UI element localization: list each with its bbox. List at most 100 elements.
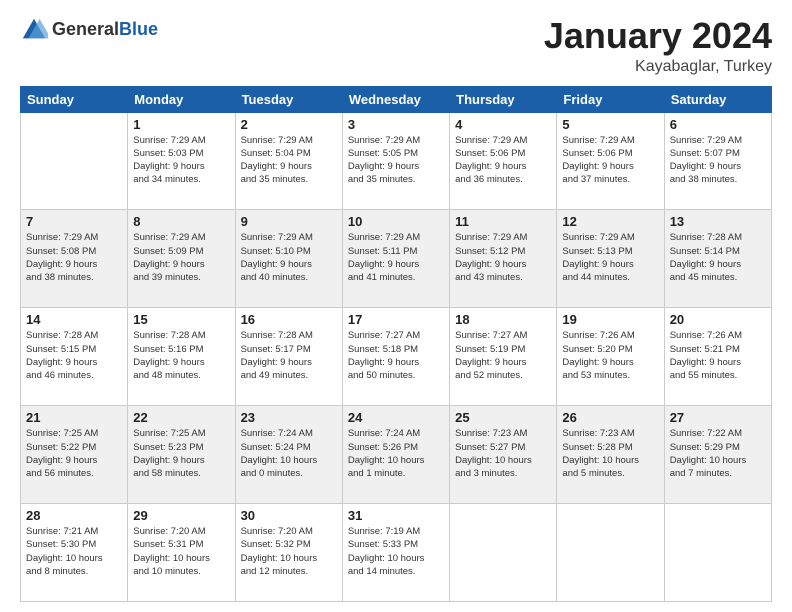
calendar-cell — [557, 504, 664, 602]
day-info: Sunrise: 7:28 AMSunset: 5:15 PMDaylight:… — [26, 329, 122, 382]
calendar-cell: 25 Sunrise: 7:23 AMSunset: 5:27 PMDayligh… — [450, 406, 557, 504]
calendar-cell: 13 Sunrise: 7:28 AMSunset: 5:14 PMDayligh… — [664, 210, 771, 308]
day-number: 18 — [455, 312, 551, 327]
weekday-header-wednesday: Wednesday — [342, 86, 449, 112]
day-number: 25 — [455, 410, 551, 425]
calendar-cell: 28Sunrise: 7:21 AMSunset: 5:30 PMDayligh… — [21, 504, 128, 602]
day-info: Sunrise: 7:29 AMSunset: 5:04 PMDaylight:… — [241, 134, 337, 187]
calendar-cell: 4Sunrise: 7:29 AMSunset: 5:06 PMDaylight… — [450, 112, 557, 210]
calendar-cell: 23Sunrise: 7:24 AMSunset: 5:24 PMDayligh… — [235, 406, 342, 504]
day-info: Sunrise: 7:23 AMSunset: 5:27 PMDaylight:… — [455, 427, 551, 480]
calendar-table: SundayMondayTuesdayWednesdayThursdayFrid… — [20, 86, 772, 602]
day-info: Sunrise: 7:29 AMSunset: 5:09 PMDaylight:… — [133, 231, 229, 284]
day-number: 1 — [133, 117, 229, 132]
day-number: 8 — [133, 214, 229, 229]
day-number: 10 — [348, 214, 444, 229]
header: GeneralBlue January 2024 Kayabaglar, Tur… — [20, 16, 772, 76]
day-number: 9 — [241, 214, 337, 229]
day-info: Sunrise: 7:29 AMSunset: 5:06 PMDaylight:… — [562, 134, 658, 187]
logo-general-text: GeneralBlue — [52, 20, 158, 40]
day-info: Sunrise: 7:28 AMSunset: 5:14 PMDaylight:… — [670, 231, 766, 284]
calendar-cell: 24Sunrise: 7:24 AMSunset: 5:26 PMDayligh… — [342, 406, 449, 504]
weekday-header-row: SundayMondayTuesdayWednesdayThursdayFrid… — [21, 86, 772, 112]
title-section: January 2024 Kayabaglar, Turkey — [544, 16, 772, 76]
day-info: Sunrise: 7:23 AMSunset: 5:28 PMDaylight:… — [562, 427, 658, 480]
calendar-cell: 1 Sunrise: 7:29 AMSunset: 5:03 PMDaylight… — [128, 112, 235, 210]
calendar-cell: 9 Sunrise: 7:29 AMSunset: 5:10 PMDaylight… — [235, 210, 342, 308]
weekday-header-thursday: Thursday — [450, 86, 557, 112]
day-number: 4 — [455, 117, 551, 132]
calendar-cell: 3 Sunrise: 7:29 AMSunset: 5:05 PMDaylight… — [342, 112, 449, 210]
weekday-header-sunday: Sunday — [21, 86, 128, 112]
calendar-cell — [450, 504, 557, 602]
day-info: Sunrise: 7:27 AMSunset: 5:19 PMDaylight:… — [455, 329, 551, 382]
day-info: Sunrise: 7:28 AMSunset: 5:17 PMDaylight:… — [241, 329, 337, 382]
calendar-week-row: 7 Sunrise: 7:29 AMSunset: 5:08 PMDaylight… — [21, 210, 772, 308]
day-info: Sunrise: 7:29 AMSunset: 5:12 PMDaylight:… — [455, 231, 551, 284]
day-info: Sunrise: 7:26 AMSunset: 5:21 PMDaylight:… — [670, 329, 766, 382]
calendar-cell: 17Sunrise: 7:27 AMSunset: 5:18 PMDayligh… — [342, 308, 449, 406]
day-number: 28 — [26, 508, 122, 523]
calendar-cell: 16 Sunrise: 7:28 AMSunset: 5:17 PMDayligh… — [235, 308, 342, 406]
month-title: January 2024 — [544, 16, 772, 56]
day-number: 26 — [562, 410, 658, 425]
calendar-cell: 6Sunrise: 7:29 AMSunset: 5:07 PMDaylight… — [664, 112, 771, 210]
weekday-header-monday: Monday — [128, 86, 235, 112]
day-number: 7 — [26, 214, 122, 229]
calendar-cell: 7 Sunrise: 7:29 AMSunset: 5:08 PMDaylight… — [21, 210, 128, 308]
day-info: Sunrise: 7:29 AMSunset: 5:08 PMDaylight:… — [26, 231, 122, 284]
day-info: Sunrise: 7:26 AMSunset: 5:20 PMDaylight:… — [562, 329, 658, 382]
calendar-cell — [664, 504, 771, 602]
logo-icon — [20, 16, 48, 44]
day-number: 19 — [562, 312, 658, 327]
calendar-week-row: 21 Sunrise: 7:25 AMSunset: 5:22 PMDayligh… — [21, 406, 772, 504]
day-info: Sunrise: 7:29 AMSunset: 5:13 PMDaylight:… — [562, 231, 658, 284]
day-number: 2 — [241, 117, 337, 132]
day-info: Sunrise: 7:29 AMSunset: 5:03 PMDaylight:… — [133, 134, 229, 187]
day-number: 14 — [26, 312, 122, 327]
calendar-cell: 15 Sunrise: 7:28 AMSunset: 5:16 PMDayligh… — [128, 308, 235, 406]
day-number: 21 — [26, 410, 122, 425]
calendar-cell — [21, 112, 128, 210]
day-number: 16 — [241, 312, 337, 327]
calendar-cell: 30 Sunrise: 7:20 AMSunset: 5:32 PMDayligh… — [235, 504, 342, 602]
day-info: Sunrise: 7:27 AMSunset: 5:18 PMDaylight:… — [348, 329, 444, 382]
day-info: Sunrise: 7:24 AMSunset: 5:26 PMDaylight:… — [348, 427, 444, 480]
day-number: 13 — [670, 214, 766, 229]
day-number: 29 — [133, 508, 229, 523]
calendar-cell: 11Sunrise: 7:29 AMSunset: 5:12 PMDayligh… — [450, 210, 557, 308]
day-info: Sunrise: 7:19 AMSunset: 5:33 PMDaylight:… — [348, 525, 444, 578]
day-info: Sunrise: 7:20 AMSunset: 5:32 PMDaylight:… — [241, 525, 337, 578]
day-info: Sunrise: 7:25 AMSunset: 5:23 PMDaylight:… — [133, 427, 229, 480]
day-number: 31 — [348, 508, 444, 523]
calendar-page: GeneralBlue January 2024 Kayabaglar, Tur… — [0, 0, 792, 612]
day-number: 6 — [670, 117, 766, 132]
calendar-cell: 14 Sunrise: 7:28 AMSunset: 5:15 PMDayligh… — [21, 308, 128, 406]
calendar-week-row: 28Sunrise: 7:21 AMSunset: 5:30 PMDayligh… — [21, 504, 772, 602]
day-info: Sunrise: 7:29 AMSunset: 5:05 PMDaylight:… — [348, 134, 444, 187]
calendar-cell: 26 Sunrise: 7:23 AMSunset: 5:28 PMDayligh… — [557, 406, 664, 504]
day-number: 27 — [670, 410, 766, 425]
weekday-header-tuesday: Tuesday — [235, 86, 342, 112]
calendar-cell: 27 Sunrise: 7:22 AMSunset: 5:29 PMDayligh… — [664, 406, 771, 504]
day-info: Sunrise: 7:29 AMSunset: 5:10 PMDaylight:… — [241, 231, 337, 284]
calendar-cell: 29 Sunrise: 7:20 AMSunset: 5:31 PMDayligh… — [128, 504, 235, 602]
day-info: Sunrise: 7:25 AMSunset: 5:22 PMDaylight:… — [26, 427, 122, 480]
day-number: 20 — [670, 312, 766, 327]
weekday-header-friday: Friday — [557, 86, 664, 112]
calendar-cell: 8 Sunrise: 7:29 AMSunset: 5:09 PMDaylight… — [128, 210, 235, 308]
calendar-cell: 12Sunrise: 7:29 AMSunset: 5:13 PMDayligh… — [557, 210, 664, 308]
day-number: 3 — [348, 117, 444, 132]
calendar-cell: 18 Sunrise: 7:27 AMSunset: 5:19 PMDayligh… — [450, 308, 557, 406]
day-info: Sunrise: 7:20 AMSunset: 5:31 PMDaylight:… — [133, 525, 229, 578]
day-info: Sunrise: 7:29 AMSunset: 5:11 PMDaylight:… — [348, 231, 444, 284]
calendar-week-row: 1 Sunrise: 7:29 AMSunset: 5:03 PMDaylight… — [21, 112, 772, 210]
calendar-cell: 22Sunrise: 7:25 AMSunset: 5:23 PMDayligh… — [128, 406, 235, 504]
logo: GeneralBlue — [20, 16, 158, 44]
day-number: 15 — [133, 312, 229, 327]
calendar-cell: 10 Sunrise: 7:29 AMSunset: 5:11 PMDayligh… — [342, 210, 449, 308]
calendar-week-row: 14 Sunrise: 7:28 AMSunset: 5:15 PMDayligh… — [21, 308, 772, 406]
day-info: Sunrise: 7:22 AMSunset: 5:29 PMDaylight:… — [670, 427, 766, 480]
day-number: 30 — [241, 508, 337, 523]
day-info: Sunrise: 7:28 AMSunset: 5:16 PMDaylight:… — [133, 329, 229, 382]
